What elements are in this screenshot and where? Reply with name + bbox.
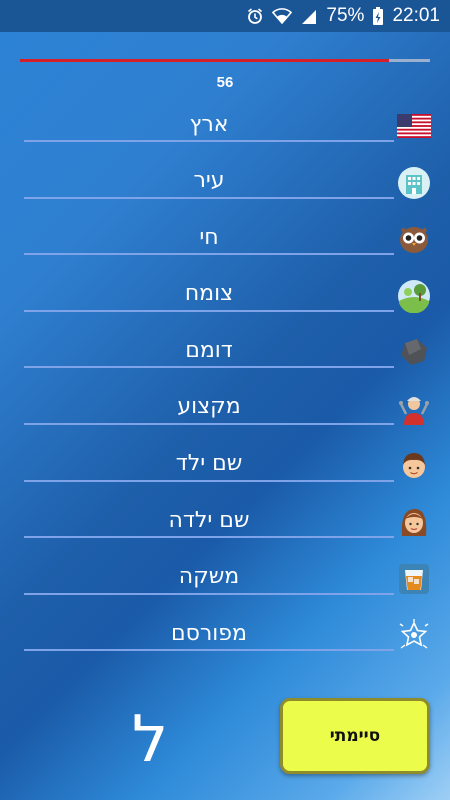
input-underline (24, 649, 394, 652)
status-bar: 75% 22:01 (0, 0, 450, 32)
time-progress-fill (20, 59, 389, 62)
category-input[interactable]: משקה (24, 557, 394, 597)
alarm-icon (246, 7, 264, 25)
rock-icon (396, 334, 432, 370)
input-underline (24, 479, 394, 482)
timer-count: 56 (216, 74, 234, 91)
owl-icon (396, 221, 432, 257)
category-row: חי (0, 213, 450, 270)
worker-icon (396, 391, 432, 427)
drink-glass-icon (396, 561, 432, 597)
input-underline (24, 253, 394, 256)
category-row: עיר (0, 157, 450, 214)
boy-face-icon (396, 448, 432, 484)
category-row: מפורסם (0, 609, 450, 666)
done-button[interactable]: סיימתי (280, 698, 430, 774)
category-row: צומח (0, 270, 450, 327)
input-underline (24, 366, 394, 369)
category-row: שם ילד (0, 440, 450, 497)
current-letter: ל (131, 703, 169, 777)
category-input[interactable]: עיר (24, 161, 394, 201)
category-row: שם ילדה (0, 496, 450, 553)
category-input[interactable]: חי (24, 217, 394, 257)
battery-charging-icon (372, 6, 384, 26)
signal-icon (300, 7, 318, 25)
star-celebrity-icon (396, 617, 432, 653)
girl-face-icon (396, 504, 432, 540)
input-underline (24, 140, 394, 142)
category-input[interactable]: דומם (24, 330, 394, 370)
plant-landscape-icon (396, 278, 432, 314)
category-input[interactable]: ארץ (24, 104, 394, 144)
category-input[interactable]: מקצוע (24, 387, 394, 427)
category-row: ארץ (0, 100, 450, 157)
category-input[interactable]: צומח (24, 274, 394, 314)
category-input[interactable]: מפורסם (24, 613, 394, 653)
input-underline (24, 536, 394, 539)
category-input[interactable]: שם ילד (24, 444, 394, 484)
input-underline (24, 422, 394, 425)
input-underline (24, 196, 394, 199)
input-underline (24, 592, 394, 595)
category-input[interactable]: שם ילדה (24, 500, 394, 540)
wifi-icon (272, 7, 293, 25)
battery-percent: 75% (326, 5, 365, 26)
input-underline (24, 309, 394, 312)
category-row: מקצוע (0, 383, 450, 440)
clock: 22:01 (392, 5, 440, 26)
us-flag-icon (396, 108, 432, 144)
category-row: דומם (0, 326, 450, 383)
category-row: משקה (0, 553, 450, 610)
city-building-icon (396, 165, 432, 201)
time-progress-bar (20, 59, 430, 62)
category-list: ארץ עיר חי צומח דומם מקצוע שם ילד שם ילדה משקה מפ… (0, 100, 450, 666)
